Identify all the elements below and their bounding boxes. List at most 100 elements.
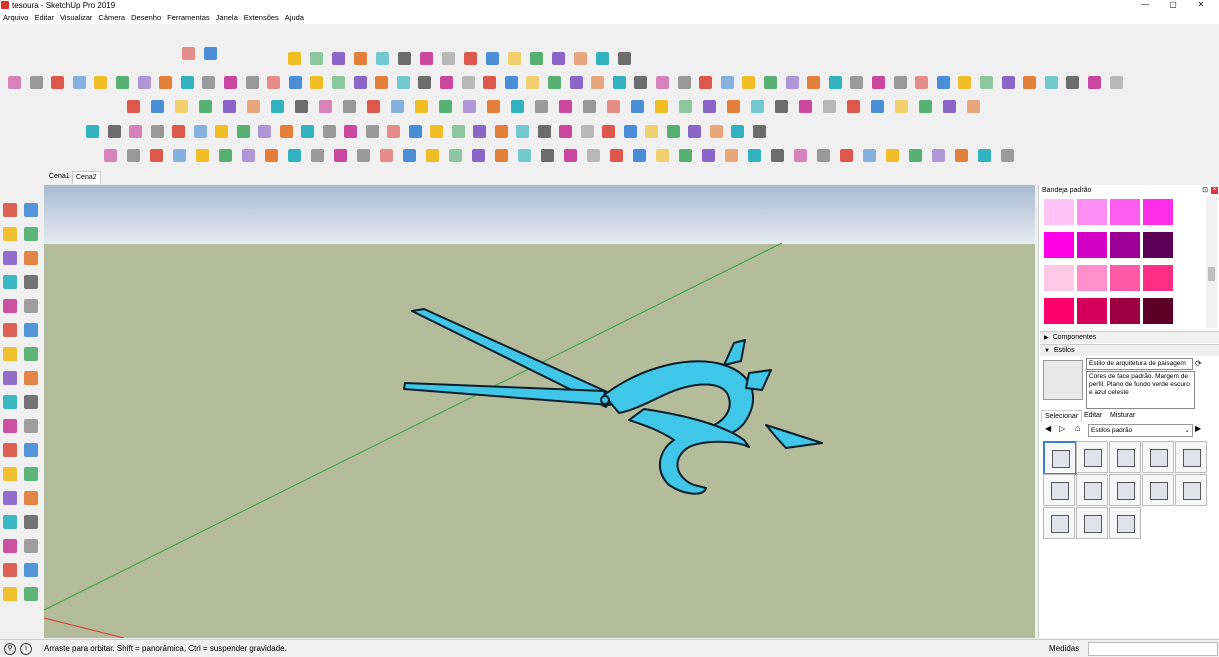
toolbar-tool-icon[interactable] <box>172 125 185 138</box>
menu-ajuda[interactable]: Ajuda <box>282 11 307 24</box>
toolbar-tool-icon[interactable] <box>357 149 370 162</box>
toolbar-tool-icon[interactable] <box>955 149 968 162</box>
toolbar-tool-icon[interactable] <box>380 149 393 162</box>
toolbar-tool-icon[interactable] <box>863 149 876 162</box>
style-thumbnail[interactable] <box>1076 474 1108 506</box>
toolbar-tool-icon[interactable] <box>180 76 194 89</box>
toolbar-tool-icon[interactable] <box>193 125 207 138</box>
toolbar-tool-icon[interactable] <box>727 100 740 113</box>
components-section[interactable]: ▶ Componentes <box>1040 331 1219 343</box>
toolbar-tool-icon[interactable] <box>430 125 443 138</box>
style-thumbnail[interactable] <box>1043 507 1075 539</box>
left-tool-icon[interactable] <box>24 299 38 313</box>
viewport-3d[interactable] <box>44 185 1035 638</box>
toolbar-tool-icon[interactable] <box>559 100 572 113</box>
style-thumbnail[interactable] <box>1043 474 1075 506</box>
toolbar-tool-icon[interactable] <box>94 76 108 89</box>
left-tool-icon[interactable] <box>3 299 17 313</box>
toolbar-tool-icon[interactable] <box>618 52 631 65</box>
toolbar-tool-icon[interactable] <box>828 76 842 89</box>
toolbar-tool-icon[interactable] <box>137 76 151 89</box>
toolbar-tool-icon[interactable] <box>656 149 669 162</box>
toolbar-tool-icon[interactable] <box>72 76 86 89</box>
toolbar-tool-icon[interactable] <box>631 100 644 113</box>
toolbar-tool-icon[interactable] <box>537 125 551 138</box>
toolbar-tool-icon[interactable] <box>771 149 784 162</box>
toolbar-tool-icon[interactable] <box>319 100 332 113</box>
toolbar-tool-icon[interactable] <box>464 52 477 65</box>
styles-section[interactable]: ▼ Estilos <box>1040 344 1219 356</box>
toolbar-tool-icon[interactable] <box>807 76 821 89</box>
toolbar-tool-icon[interactable] <box>215 125 228 138</box>
style-thumbnail[interactable] <box>1142 474 1174 506</box>
toolbar-tool-icon[interactable] <box>219 149 232 162</box>
toolbar-tool-icon[interactable] <box>840 149 853 162</box>
color-swatch[interactable] <box>1044 298 1074 324</box>
info-icon[interactable]: i <box>20 643 32 655</box>
toolbar-tool-icon[interactable] <box>518 149 531 162</box>
toolbar-tool-icon[interactable] <box>666 125 680 138</box>
left-tool-icon[interactable] <box>24 275 38 289</box>
toolbar-tool-icon[interactable] <box>919 100 932 113</box>
toolbar-tool-icon[interactable] <box>236 125 250 138</box>
left-tool-icon[interactable] <box>3 275 17 289</box>
left-tool-icon[interactable] <box>3 539 17 553</box>
color-swatch[interactable] <box>1044 265 1074 291</box>
toolbar-tool-icon[interactable] <box>541 149 554 162</box>
left-tool-icon[interactable] <box>3 323 17 337</box>
toolbar-tool-icon[interactable] <box>574 52 587 65</box>
toolbar-tool-icon[interactable] <box>440 76 453 89</box>
toolbar-tool-icon[interactable] <box>129 125 142 138</box>
geolocation-icon[interactable]: ⚲ <box>4 643 16 655</box>
style-thumbnail[interactable] <box>1076 507 1108 539</box>
toolbar-tool-icon[interactable] <box>764 76 777 89</box>
color-swatch[interactable] <box>1143 199 1173 225</box>
toolbar-tool-icon[interactable] <box>449 149 462 162</box>
color-swatch[interactable] <box>1077 265 1107 291</box>
toolbar-tool-icon[interactable] <box>343 100 356 113</box>
toolbar-tool-icon[interactable] <box>516 125 529 138</box>
toolbar-tool-icon[interactable] <box>288 52 301 65</box>
color-swatch[interactable] <box>1110 232 1140 258</box>
tab-editar[interactable]: Editar <box>1081 410 1105 421</box>
style-thumbnail[interactable] <box>1076 441 1108 473</box>
toolbar-tool-icon[interactable] <box>408 125 422 138</box>
left-tool-icon[interactable] <box>3 227 17 241</box>
toolbar-tool-icon[interactable] <box>242 149 255 162</box>
toolbar-tool-icon[interactable] <box>709 125 723 138</box>
toolbar-tool-icon[interactable] <box>486 52 499 65</box>
left-tool-icon[interactable] <box>24 539 38 553</box>
left-tool-icon[interactable] <box>24 347 38 361</box>
toolbar-tool-icon[interactable] <box>116 76 129 89</box>
style-thumbnail[interactable] <box>1175 441 1207 473</box>
details-arrow-icon[interactable]: ▶ <box>1195 424 1201 433</box>
toolbar-tool-icon[interactable] <box>1001 149 1014 162</box>
toolbar-tool-icon[interactable] <box>127 100 140 113</box>
toolbar-tool-icon[interactable] <box>742 76 756 89</box>
toolbar-tool-icon[interactable] <box>688 125 701 138</box>
toolbar-tool-icon[interactable] <box>173 149 186 162</box>
menu-janela[interactable]: Janela <box>213 11 241 24</box>
toolbar-tool-icon[interactable] <box>288 149 301 162</box>
toolbar-tool-icon[interactable] <box>472 149 485 162</box>
toolbar-tool-icon[interactable] <box>473 125 486 138</box>
toolbar-tool-icon[interactable] <box>375 76 389 89</box>
toolbar-tool-icon[interactable] <box>334 149 347 162</box>
toolbar-tool-icon[interactable] <box>151 100 164 113</box>
left-tool-icon[interactable] <box>24 371 38 385</box>
toolbar-tool-icon[interactable] <box>915 76 929 89</box>
left-tool-icon[interactable] <box>24 227 38 241</box>
toolbar-tool-icon[interactable] <box>150 149 163 162</box>
style-thumbnail[interactable] <box>1142 441 1174 473</box>
left-tool-icon[interactable] <box>24 563 38 577</box>
toolbar-tool-icon[interactable] <box>775 100 788 113</box>
toolbar-tool-icon[interactable] <box>526 76 540 89</box>
minimize-button[interactable]: — <box>1133 0 1157 11</box>
toolbar-tool-icon[interactable] <box>1023 76 1037 89</box>
left-tool-icon[interactable] <box>3 203 17 217</box>
toolbar-tool-icon[interactable] <box>893 76 907 89</box>
toolbar-tool-icon[interactable] <box>288 76 302 89</box>
toolbar-tool-icon[interactable] <box>703 100 716 113</box>
toolbar-tool-icon[interactable] <box>731 125 744 138</box>
toolbar-tool-icon[interactable] <box>847 100 860 113</box>
